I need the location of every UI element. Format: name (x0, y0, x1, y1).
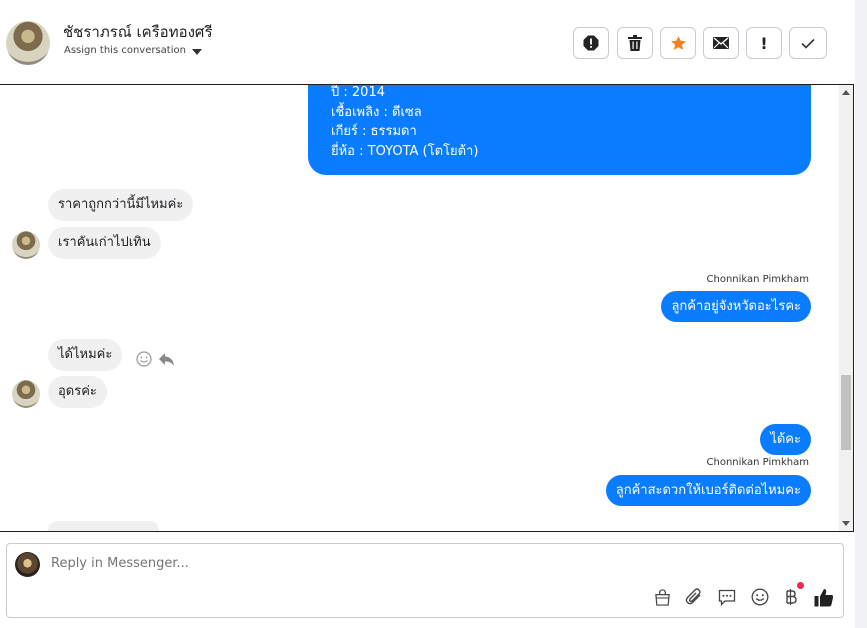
react-emoji-icon[interactable] (136, 351, 152, 367)
product-button[interactable] (652, 587, 672, 607)
conversation-header: ชัชราภรณ์ เครือทองศรี Assign this conver… (0, 0, 855, 84)
emoji-button[interactable] (750, 587, 770, 607)
saved-replies-button[interactable] (717, 587, 737, 607)
message-outgoing[interactable]: ได้คะ (760, 424, 811, 455)
baht-payment-icon (786, 589, 797, 605)
notification-dot (797, 582, 804, 589)
spam-alert-icon (583, 35, 599, 51)
conversation-thread[interactable]: ปี : 2014 เชื้อเพลิง : ดีเซล เกียร์ : ธร… (0, 84, 854, 532)
like-button[interactable] (814, 587, 834, 607)
sender-name: Chonnikan Pimkham (706, 457, 809, 468)
assign-conversation-dropdown[interactable]: Assign this conversation (64, 45, 202, 56)
exclamation-icon: ! (760, 33, 768, 53)
shopping-bag-icon (654, 588, 670, 606)
message-incoming[interactable]: ได้ไหมค่ะ (48, 339, 123, 371)
card-line-year: ปี : 2014 (331, 85, 385, 100)
delete-button[interactable] (617, 27, 653, 59)
envelope-icon (713, 37, 729, 49)
customer-avatar (12, 380, 40, 408)
reply-composer (6, 543, 844, 618)
reply-input[interactable] (51, 556, 551, 571)
scroll-thumb[interactable] (841, 375, 851, 450)
mark-unread-button[interactable] (703, 27, 739, 59)
message-incoming[interactable]: อุดรค่ะ (48, 376, 107, 408)
card-line-fuel: เชื้อเพลิง : ดีเซล (331, 104, 422, 120)
message-incoming-partial[interactable] (48, 521, 159, 531)
checkmark-icon (801, 38, 815, 49)
star-icon (670, 35, 686, 50)
spam-button[interactable] (573, 27, 609, 59)
message-outgoing[interactable]: ลูกค้าสะดวกให้เบอร์ติดต่อไหมคะ (605, 475, 811, 506)
message-incoming[interactable]: ราคาถูกกว่านี้มีไหมค่ะ (48, 189, 194, 221)
page-avatar (15, 552, 40, 577)
caret-down-icon (191, 48, 202, 55)
thumbs-up-icon (814, 588, 834, 606)
saved-reply-icon (718, 589, 736, 606)
mark-done-button[interactable] (789, 27, 827, 59)
emoji-icon (751, 588, 769, 606)
scroll-down-icon[interactable] (842, 521, 850, 526)
assign-label: Assign this conversation (64, 45, 186, 56)
contact-name[interactable]: ชัชราภรณ์ เครือทองศรี (63, 20, 213, 44)
attach-button[interactable] (684, 587, 704, 607)
card-line-brand: ยี่ห้อ : TOYOTA (โตโยต้า) (331, 143, 479, 159)
message-outgoing[interactable]: ลูกค้าอยู่จังหวัดอะไรคะ (661, 291, 811, 322)
card-line-gear: เกียร์ : ธรรมดา (331, 124, 417, 139)
message-actions (136, 351, 175, 367)
customer-avatar (12, 231, 40, 259)
follow-up-button[interactable]: ! (746, 27, 782, 59)
sender-name: Chonnikan Pimkham (706, 274, 809, 285)
star-button[interactable] (660, 27, 696, 59)
product-card-message[interactable]: ปี : 2014 เชื้อเพลิง : ดีเซล เกียร์ : ธร… (308, 85, 811, 175)
trash-icon (628, 35, 642, 51)
right-edge-strip (855, 0, 867, 628)
message-incoming[interactable]: เราคันเก่าไปเทิน (48, 227, 161, 259)
contact-avatar[interactable] (6, 21, 50, 65)
payment-button[interactable] (781, 587, 801, 607)
conversation-scrollbar[interactable] (839, 85, 853, 531)
paperclip-icon (685, 588, 701, 605)
reply-arrow-icon[interactable] (158, 352, 175, 367)
scroll-up-icon[interactable] (842, 90, 850, 95)
